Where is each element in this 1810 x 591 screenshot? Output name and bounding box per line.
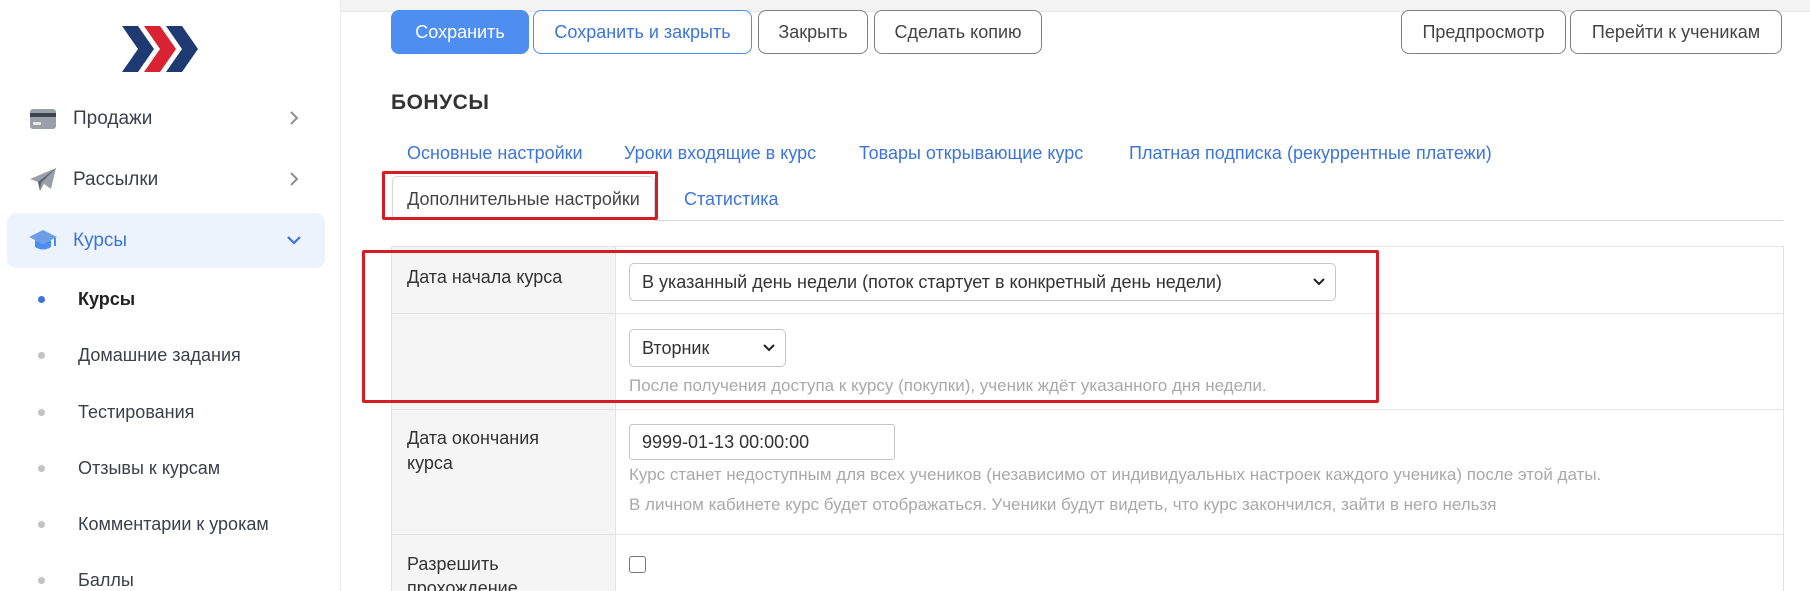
sidebar-subitem-label: Отзывы к курсам xyxy=(78,457,221,478)
tab-lessons[interactable]: Уроки входящие в курс xyxy=(624,143,816,164)
sidebar-item-sales[interactable]: Продажи xyxy=(7,91,325,146)
allow-checkbox[interactable] xyxy=(629,556,646,573)
goto-students-button[interactable]: Перейти к ученикам xyxy=(1570,10,1782,54)
start-date-label: Дата начала курса xyxy=(407,267,563,287)
sidebar-subitem-label: Тестирования xyxy=(78,401,195,422)
sidebar-subitem-points[interactable]: Баллы xyxy=(0,560,330,591)
preview-button[interactable]: Предпросмотр xyxy=(1401,10,1566,54)
logo-chevrons-icon xyxy=(122,26,198,72)
sidebar-subitem-label: Домашние задания xyxy=(78,344,241,365)
sidebar-subitem-label: Баллы xyxy=(78,569,134,590)
credit-card-icon xyxy=(28,105,58,133)
sidebar: Продажи Рассылки Курсы Курсы Домашние за… xyxy=(0,0,341,591)
chevron-down-icon xyxy=(1313,278,1325,286)
sidebar-subitem-homework[interactable]: Домашние задания xyxy=(0,335,330,375)
sidebar-item-label: Продажи xyxy=(73,107,153,129)
sidebar-subitem-label: Комментарии к урокам xyxy=(78,513,269,534)
bullet-dot xyxy=(38,296,45,303)
save-button[interactable]: Сохранить xyxy=(391,10,529,54)
sidebar-item-mailings[interactable]: Рассылки xyxy=(7,152,325,207)
tab-subscription[interactable]: Платная подписка (рекуррентные платежи) xyxy=(1129,143,1492,164)
bullet-dot xyxy=(38,577,45,584)
weekday-select[interactable]: Вторник xyxy=(629,329,786,367)
sidebar-item-label: Курсы xyxy=(73,229,128,251)
weekday-hint: После получения доступа к курсу (покупки… xyxy=(629,376,1267,395)
settings-form: Дата начала курса В указанный день недел… xyxy=(391,246,1784,591)
start-mode-select[interactable]: В указанный день недели (поток стартует … xyxy=(629,263,1336,301)
sidebar-subitem-tests[interactable]: Тестирования xyxy=(0,392,330,432)
label-cell xyxy=(392,314,616,409)
close-button[interactable]: Закрыть xyxy=(758,10,868,54)
tab-statistics[interactable]: Статистика xyxy=(684,189,779,210)
end-date-label-line1: Дата окончания xyxy=(407,428,540,448)
bullet-dot xyxy=(38,409,45,416)
form-row-weekday: Вторник После получения доступа к курсу … xyxy=(392,314,1783,410)
sidebar-subitem-comments[interactable]: Комментарии к урокам xyxy=(0,504,330,544)
form-row-start-date: Дата начала курса В указанный день недел… xyxy=(392,247,1783,314)
make-copy-button[interactable]: Сделать копию xyxy=(874,10,1042,54)
end-date-label-line2: курса xyxy=(407,453,453,473)
tab-additional-settings[interactable]: Дополнительные настройки xyxy=(392,176,655,221)
bullet-dot xyxy=(38,521,45,528)
tab-products[interactable]: Товары открывающие курс xyxy=(859,143,1083,164)
sidebar-item-courses[interactable]: Курсы xyxy=(7,213,325,268)
chevron-down-icon xyxy=(763,344,775,352)
sidebar-subitem-label: Курсы xyxy=(78,288,136,309)
graduation-cap-icon xyxy=(28,227,58,255)
end-date-hint-1: Курс станет недоступным для всех ученико… xyxy=(629,465,1602,484)
sidebar-subitem-reviews[interactable]: Отзывы к курсам xyxy=(0,448,330,488)
start-mode-value: В указанный день недели (поток стартует … xyxy=(642,271,1222,292)
logo[interactable] xyxy=(120,24,200,74)
paper-plane-icon xyxy=(28,166,58,194)
bullet-dot xyxy=(38,352,45,359)
form-row-allow: Разрешить прохождение xyxy=(392,535,1783,591)
bullet-dot xyxy=(38,465,45,472)
chevron-down-icon xyxy=(287,236,301,245)
allow-label-line2: прохождение xyxy=(407,578,518,591)
chevron-right-icon xyxy=(290,172,299,186)
tab-main-settings[interactable]: Основные настройки xyxy=(407,143,583,164)
sidebar-subitem-courses[interactable]: Курсы xyxy=(0,279,330,319)
weekday-value: Вторник xyxy=(642,337,710,358)
form-row-end-date: Дата окончания курса 9999-01-13 00:00:00… xyxy=(392,410,1783,535)
end-date-hint-2: В личном кабинете курс будет отображатьс… xyxy=(629,495,1497,514)
chevron-right-icon xyxy=(290,111,299,125)
save-and-close-button[interactable]: Сохранить и закрыть xyxy=(533,10,752,54)
end-date-input[interactable]: 9999-01-13 00:00:00 xyxy=(629,424,895,460)
page-title: БОНУСЫ xyxy=(391,91,490,114)
allow-label-line1: Разрешить xyxy=(407,554,499,574)
sidebar-item-label: Рассылки xyxy=(73,168,159,190)
